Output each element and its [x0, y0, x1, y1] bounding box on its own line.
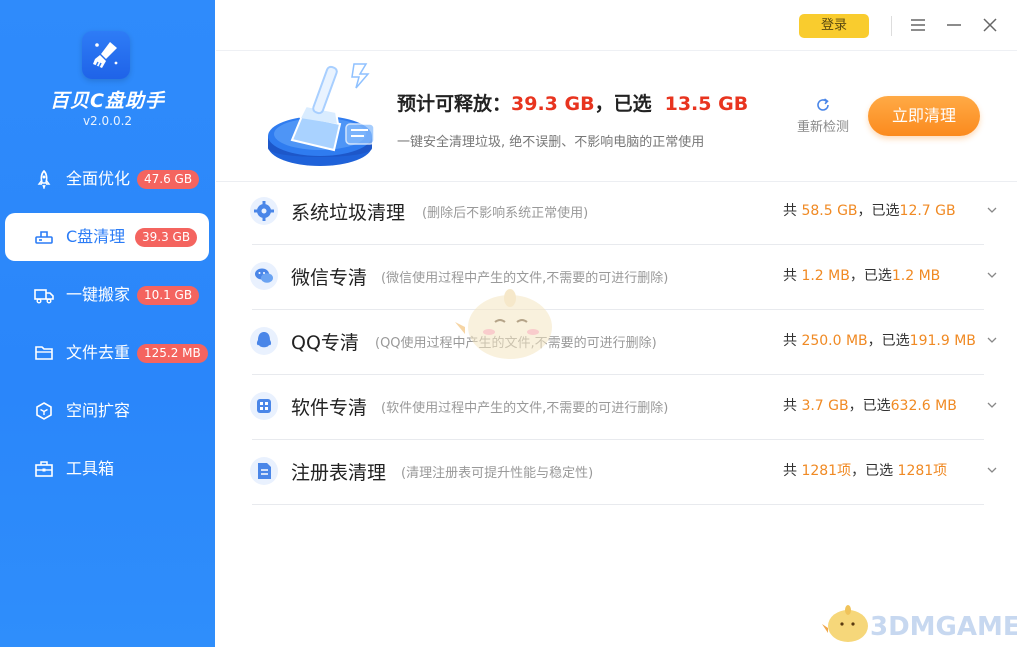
row-divider: [252, 504, 984, 505]
row-title: 软件专清: [291, 397, 368, 419]
nav-label: 文件去重: [66, 343, 131, 362]
release-size: 39.3 GB: [511, 93, 595, 115]
list-item-wechat[interactable]: 微信专清 (微信使用过程中产生的文件,不需要的可进行删除) 共 1.2 MB，已…: [244, 245, 1004, 310]
total-prefix: 共: [783, 398, 802, 414]
chevron-down-icon[interactable]: [986, 204, 998, 216]
chevron-down-icon[interactable]: [986, 334, 998, 346]
nav-label: 空间扩容: [66, 401, 131, 420]
clean-now-button[interactable]: 立即清理: [868, 96, 980, 136]
minimize-icon[interactable]: [942, 13, 966, 37]
nav-label: 工具箱: [66, 459, 115, 478]
row-description: (软件使用过程中产生的文件,不需要的可进行删除): [381, 401, 669, 416]
selected-prefix: ，已选: [848, 398, 891, 414]
chevron-down-icon[interactable]: [986, 269, 998, 281]
selected-size: 191.9 MB: [909, 333, 976, 349]
refresh-icon: [817, 98, 829, 111]
titlebar-divider: [891, 16, 892, 36]
rescan-label: 重新检测: [796, 120, 849, 135]
list-item-qq[interactable]: QQ专清 (QQ使用过程中产生的文件,不需要的可进行删除) 共 250.0 MB…: [244, 310, 1004, 375]
total-size: 1.2 MB: [801, 268, 850, 284]
row-title: QQ专清: [291, 332, 359, 354]
qq-icon: [250, 327, 278, 355]
registry-icon: [250, 457, 278, 485]
nav-label: C盘清理: [66, 227, 126, 246]
mascot-watermark-icon: [455, 289, 552, 359]
nav-label: 一键搬家: [66, 285, 131, 304]
cleaning-broom-illustration: [268, 63, 375, 166]
watermark-text: 3DMGAME: [870, 612, 1017, 642]
list-item-system-junk[interactable]: 系统垃圾清理 (删除后不影响系统正常使用) 共 58.5 GB，已选12.7 G…: [244, 180, 1004, 245]
selected-prefix: ，已选: [849, 268, 892, 284]
app-version: v2.0.0.2: [82, 114, 133, 128]
row-description: (删除后不影响系统正常使用): [422, 206, 589, 221]
folder-icon: [35, 346, 53, 360]
nav-item-c-clean[interactable]: C盘清理 39.3 GB: [5, 213, 209, 261]
row-stats: 共 1.2 MB，已选1.2 MB: [783, 265, 940, 285]
hero-title: 预计可释放：39.3 GB，已选 13.5 GB: [397, 89, 748, 116]
row-title: 系统垃圾清理: [291, 202, 406, 224]
truck-icon: [34, 289, 54, 304]
selected-prefix: ，已选: [867, 333, 910, 349]
nav-badge: 47.6 GB: [137, 170, 200, 189]
row-stats: 共 3.7 GB，已选632.6 MB: [783, 395, 957, 415]
disk-clean-icon: [35, 231, 53, 244]
sidebar: 百贝C盘助手 v2.0.0.2 全面优化 47.6 GB C盘清理 39.3 G…: [0, 0, 215, 647]
selected-size: 13.5 GB: [664, 93, 749, 115]
row-stats: 共 1281项，已选 1281项: [783, 460, 947, 480]
row-description: (清理注册表可提升性能与稳定性): [401, 466, 594, 481]
selected-size: 12.7 GB: [899, 203, 956, 219]
total-size: 58.5 GB: [801, 203, 858, 219]
app-logo-icon: [82, 31, 130, 79]
toolbox-icon: [35, 461, 53, 477]
selected-size: 632.6 MB: [890, 398, 957, 414]
total-size: 3.7 GB: [801, 398, 849, 414]
chevron-down-icon[interactable]: [986, 464, 998, 476]
nav-badge: 125.2 MB: [137, 344, 208, 363]
nav-item-dedupe[interactable]: 文件去重 125.2 MB: [5, 329, 209, 377]
selected-size: 1.2 MB: [891, 268, 941, 284]
total-prefix: 共: [783, 268, 802, 284]
nav-badge: 10.1 GB: [137, 286, 200, 305]
total-prefix: 共: [783, 463, 802, 479]
app-title: 百贝C盘助手: [50, 90, 165, 112]
header-divider: [216, 50, 1017, 51]
apps-icon: [250, 392, 278, 420]
nav-label: 全面优化: [66, 169, 131, 188]
nav-item-expand-space[interactable]: 空间扩容: [5, 387, 209, 435]
row-stats: 共 250.0 MB，已选191.9 MB: [783, 330, 976, 350]
hero-title-middle: ，已选: [594, 93, 652, 115]
rescan-button[interactable]: 重新检测: [791, 96, 855, 135]
total-size: 1281项: [801, 463, 852, 479]
nav-item-toolbox[interactable]: 工具箱: [5, 445, 209, 493]
gear-icon: [250, 197, 278, 225]
nav-item-full-optimize[interactable]: 全面优化 47.6 GB: [5, 155, 209, 203]
total-prefix: 共: [783, 333, 802, 349]
chevron-down-icon[interactable]: [986, 399, 998, 411]
list-item-software[interactable]: 软件专清 (软件使用过程中产生的文件,不需要的可进行删除) 共 3.7 GB，已…: [244, 375, 1004, 440]
list-item-registry[interactable]: 注册表清理 (清理注册表可提升性能与稳定性) 共 1281项，已选 1281项: [244, 440, 1004, 505]
hero-title-prefix: 预计可释放：: [397, 93, 512, 115]
hero-subtitle: 一键安全清理垃圾, 绝不误删、不影响电脑的正常使用: [397, 135, 705, 150]
nav-badge: 39.3 GB: [135, 228, 198, 247]
menu-icon[interactable]: [906, 13, 930, 37]
selected-prefix: ，已选: [851, 463, 898, 479]
close-icon[interactable]: [978, 13, 1002, 37]
row-title: 微信专清: [291, 267, 368, 289]
total-size: 250.0 MB: [801, 333, 868, 349]
selected-prefix: ，已选: [857, 203, 900, 219]
rocket-icon: [37, 169, 51, 189]
nav-item-one-click-move[interactable]: 一键搬家 10.1 GB: [5, 271, 209, 319]
selected-size: 1281项: [897, 463, 948, 479]
row-stats: 共 58.5 GB，已选12.7 GB: [783, 200, 956, 220]
cube-icon: [36, 402, 52, 420]
login-button[interactable]: 登录: [799, 14, 869, 38]
wechat-icon: [250, 262, 278, 290]
row-title: 注册表清理: [291, 462, 387, 484]
total-prefix: 共: [783, 203, 802, 219]
